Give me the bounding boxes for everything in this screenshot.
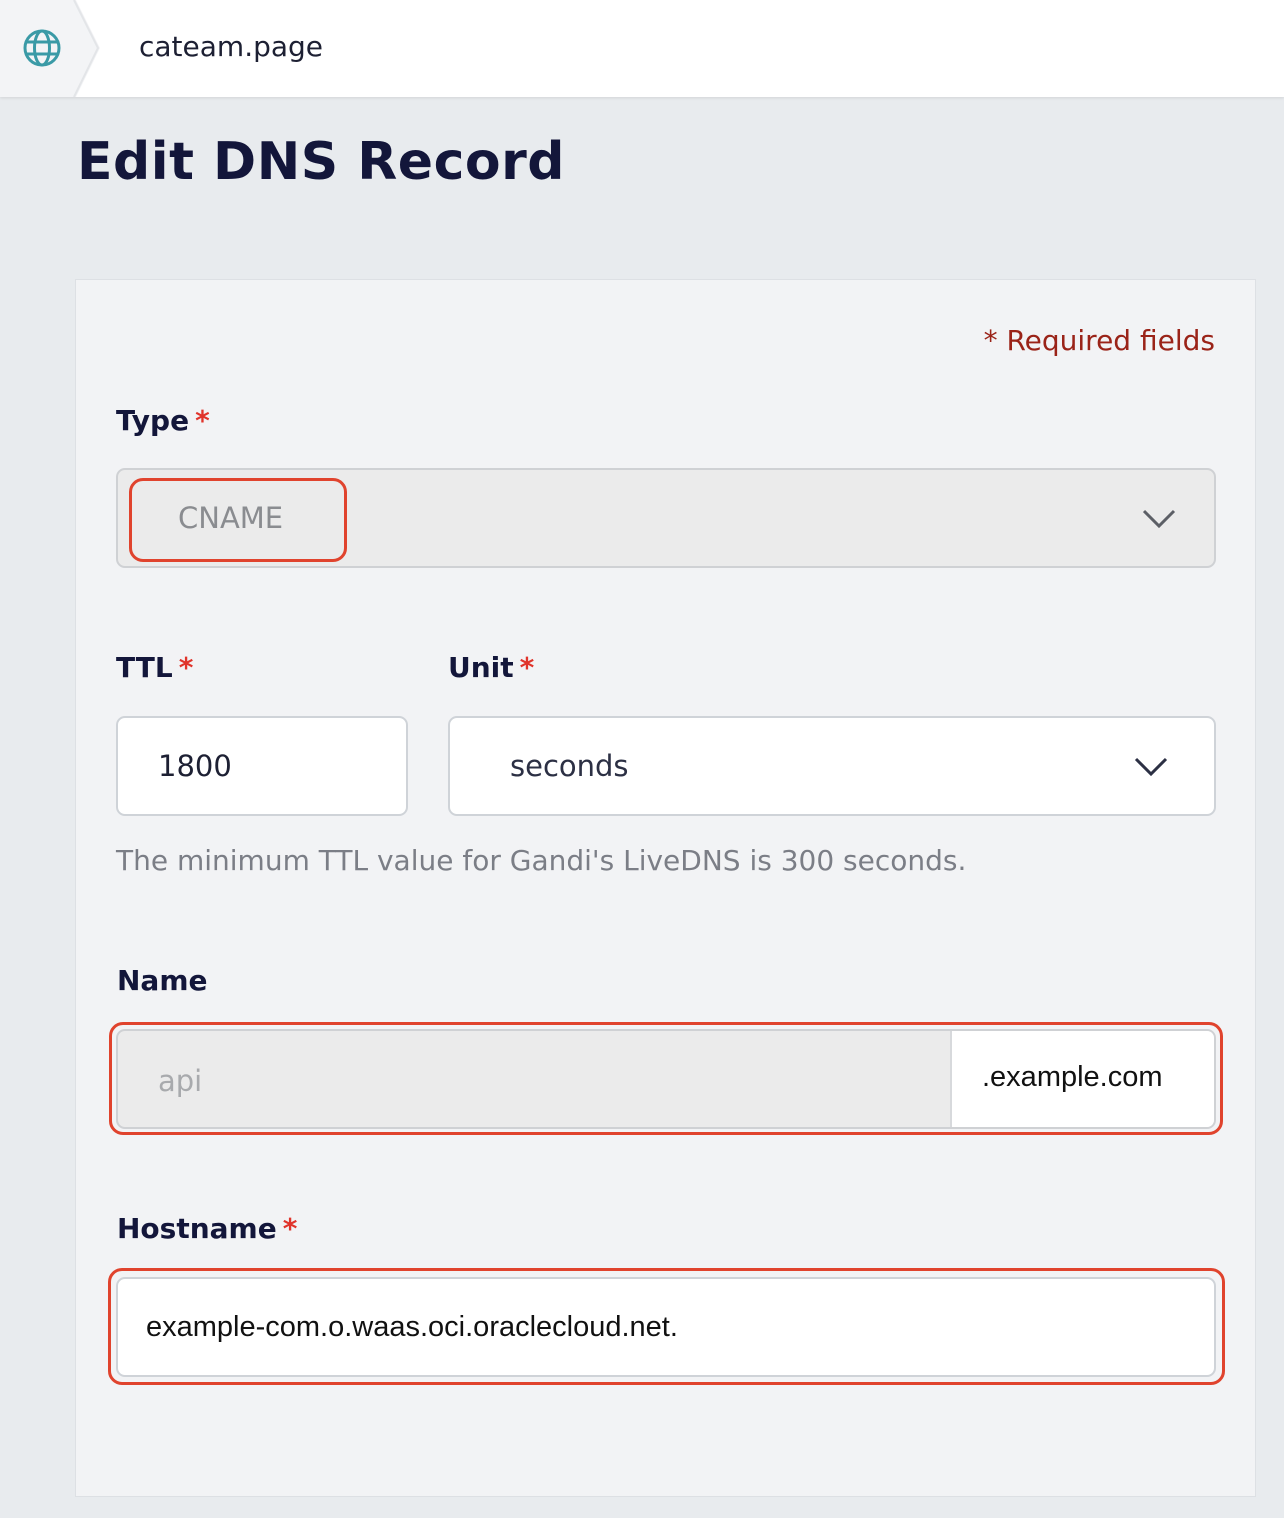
ttl-label-text: TTL [116, 651, 173, 684]
name-input[interactable]: api .example.com [116, 1029, 1216, 1129]
required-star: * [178, 651, 194, 684]
breadcrumb-domain[interactable]: cateam.page [139, 30, 323, 63]
type-label-text: Type [116, 404, 190, 437]
name-input-value: api [158, 1064, 203, 1098]
ttl-label: TTL * [116, 651, 193, 684]
required-fields-note: * Required fields [983, 324, 1215, 357]
required-star: * [519, 651, 535, 684]
type-label: Type * [116, 404, 210, 437]
breadcrumb: cateam.page [0, 0, 1284, 97]
name-label: Name [117, 964, 208, 997]
name-label-text: Name [117, 964, 208, 997]
hostname-input-value: example-com.o.waas.oci.oraclecloud.net. [146, 1311, 678, 1343]
type-select-value: CNAME [178, 501, 284, 535]
name-suffix-text: .example.com [982, 1061, 1163, 1093]
hostname-label-text: Hostname [117, 1212, 277, 1245]
ttl-input[interactable]: 1800 [116, 716, 408, 816]
required-star: * [282, 1212, 298, 1245]
dns-record-form: * Required fields Type * CNAME TTL * Unit *… [75, 279, 1256, 1497]
name-domain-suffix: .example.com [950, 1031, 1214, 1127]
chevron-down-icon [1134, 757, 1168, 777]
type-select[interactable]: CNAME [116, 468, 1216, 568]
hostname-input[interactable]: example-com.o.waas.oci.oraclecloud.net. [116, 1277, 1216, 1377]
unit-label-text: Unit [448, 651, 514, 684]
chevron-down-icon [1142, 509, 1176, 529]
unit-select[interactable]: seconds [448, 716, 1216, 816]
unit-select-value: seconds [510, 749, 629, 783]
ttl-hint: The minimum TTL value for Gandi's LiveDN… [116, 844, 967, 877]
ttl-input-value: 1800 [158, 749, 232, 783]
unit-label: Unit * [448, 651, 534, 684]
breadcrumb-home[interactable] [0, 0, 100, 97]
globe-icon [23, 29, 61, 67]
page-title: Edit DNS Record [77, 132, 565, 192]
required-star: * [195, 404, 210, 437]
hostname-label: Hostname * [117, 1212, 297, 1245]
